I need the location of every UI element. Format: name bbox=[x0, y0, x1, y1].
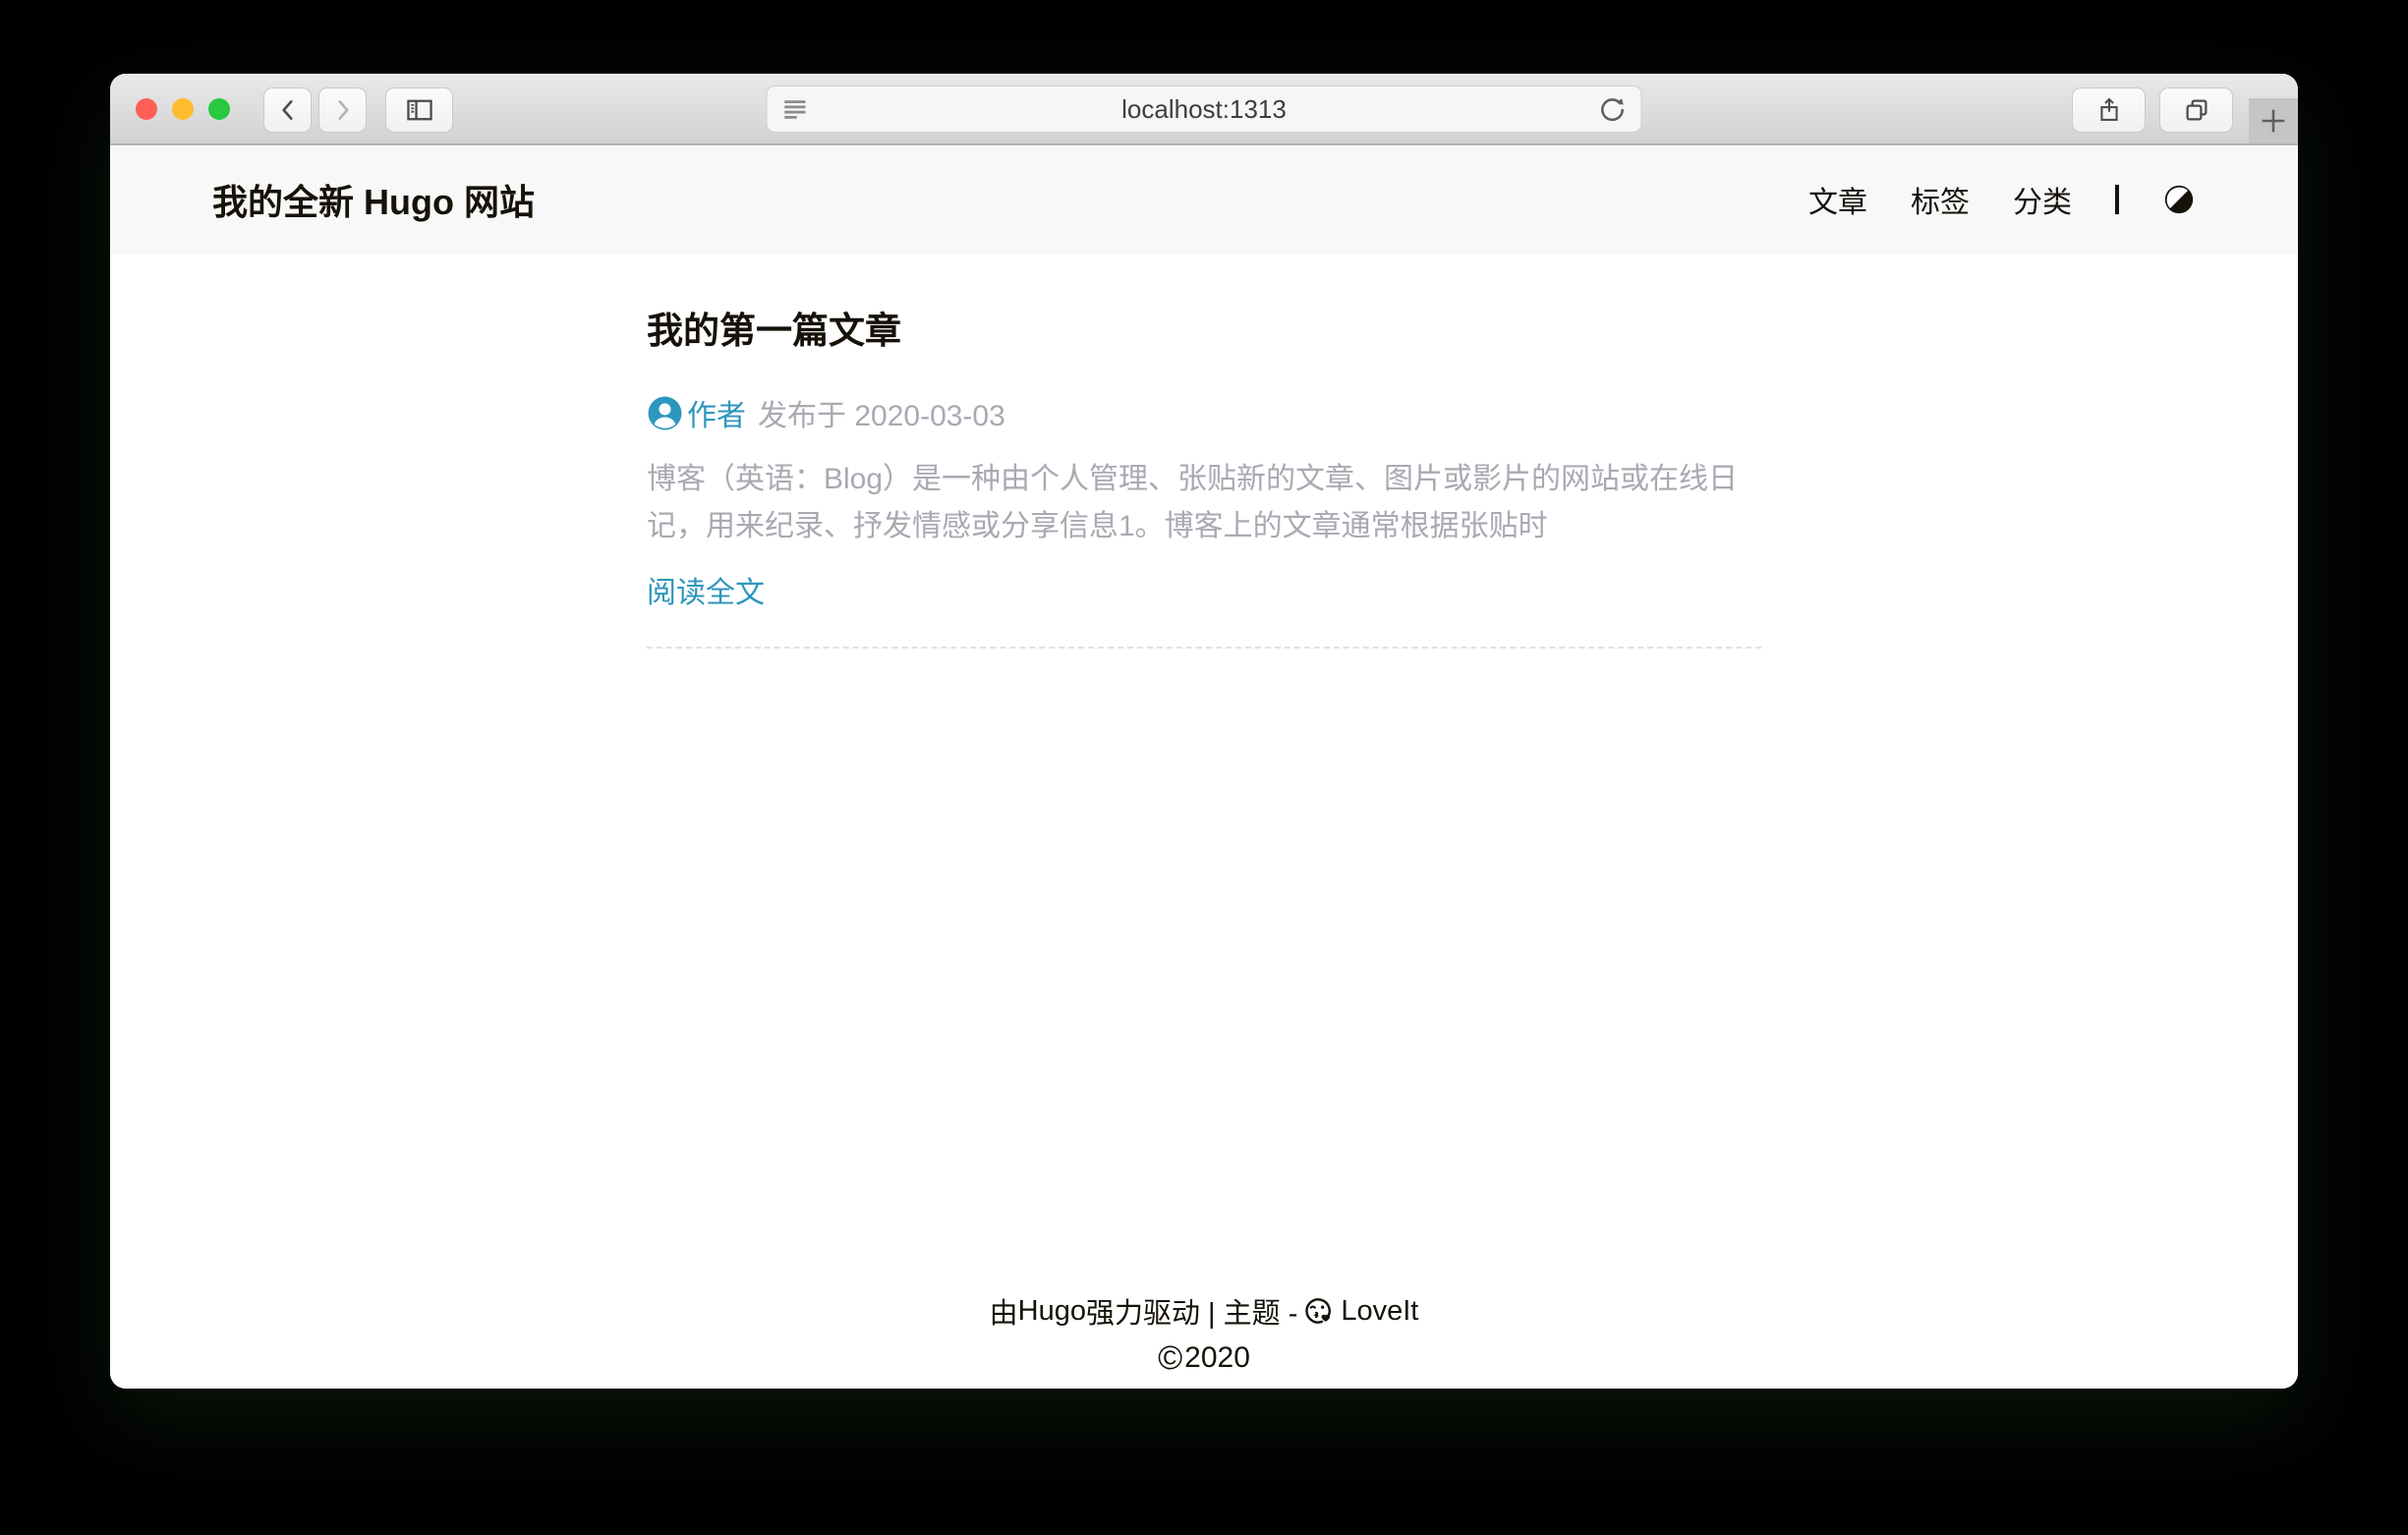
url-field[interactable]: localhost:1313 bbox=[767, 85, 1642, 133]
copyright-year: 2020 bbox=[1184, 1341, 1250, 1375]
post-title[interactable]: 我的第一篇文章 bbox=[647, 301, 1761, 354]
author-name: 作者 bbox=[687, 391, 746, 434]
post-meta: 作者 发布于 2020-03-03 bbox=[647, 391, 1761, 434]
forward-button[interactable] bbox=[318, 87, 367, 133]
share-button[interactable] bbox=[2072, 87, 2146, 133]
read-more-link[interactable]: 阅读全文 bbox=[647, 568, 765, 611]
theme-toggle-button[interactable] bbox=[2162, 183, 2196, 216]
footer-powered-line: 由 Hugo 强力驱动 | 主题 - LoveIt bbox=[110, 1290, 2298, 1332]
author-link[interactable]: 作者 bbox=[647, 391, 746, 434]
site-nav: 文章 标签 分类 bbox=[1808, 178, 2196, 221]
minimize-icon[interactable] bbox=[172, 98, 194, 120]
nav-divider bbox=[2115, 185, 2119, 214]
footer-text-prefix: 由 bbox=[990, 1290, 1018, 1332]
theme-contrast-icon bbox=[2162, 183, 2196, 216]
refresh-icon[interactable] bbox=[1596, 93, 1630, 127]
site-title[interactable]: 我的全新 Hugo 网站 bbox=[212, 174, 535, 225]
url-text: localhost:1313 bbox=[768, 94, 1641, 125]
back-button[interactable] bbox=[263, 87, 312, 133]
nav-item-tags[interactable]: 标签 bbox=[1911, 178, 1970, 221]
site-header: 我的全新 Hugo 网站 文章 标签 分类 bbox=[110, 145, 2298, 254]
nav-item-posts[interactable]: 文章 bbox=[1808, 178, 1867, 221]
footer-copyright-line: © 2020 bbox=[110, 1341, 2298, 1375]
reader-icon[interactable] bbox=[781, 94, 811, 124]
share-icon bbox=[2095, 94, 2123, 126]
nav-buttons bbox=[263, 87, 367, 133]
traffic-lights bbox=[136, 98, 230, 120]
nav-item-categories[interactable]: 分类 bbox=[2013, 178, 2072, 221]
post-date: 发布于 2020-03-03 bbox=[758, 391, 1005, 434]
browser-window: localhost:1313 bbox=[110, 74, 2298, 1389]
back-icon bbox=[275, 95, 301, 125]
kiss-face-heart-icon bbox=[1301, 1294, 1335, 1328]
post-divider bbox=[647, 647, 1761, 649]
page-content: 我的第一篇文章 作者 发布于 2020-03-03 博客（英语：Blog）是一种… bbox=[110, 254, 2298, 1389]
plus-icon bbox=[2257, 104, 2290, 138]
article-summary-card: 我的第一篇文章 作者 发布于 2020-03-03 博客（英语：Blog）是一种… bbox=[647, 301, 1761, 649]
footer-text-middle: 强力驱动 | 主题 - bbox=[1086, 1290, 1297, 1332]
hugo-link[interactable]: Hugo bbox=[1018, 1295, 1086, 1328]
tabs-icon bbox=[2182, 95, 2211, 125]
forward-icon bbox=[330, 95, 356, 125]
sidebar-toggle-button[interactable] bbox=[385, 87, 453, 133]
copyright-icon: © bbox=[1158, 1343, 1182, 1373]
browser-toolbar: localhost:1313 bbox=[110, 74, 2298, 145]
new-tab-button[interactable] bbox=[2249, 98, 2298, 143]
zoom-icon[interactable] bbox=[208, 98, 230, 120]
sidebar-icon bbox=[405, 96, 434, 124]
user-circle-icon bbox=[647, 395, 683, 431]
close-icon[interactable] bbox=[136, 98, 157, 120]
loveit-theme-link[interactable]: LoveIt bbox=[1341, 1295, 1418, 1328]
tab-overview-button[interactable] bbox=[2159, 87, 2233, 133]
site-footer: 由 Hugo 强力驱动 | 主题 - LoveIt © 2020 bbox=[110, 1290, 2298, 1389]
post-summary: 博客（英语：Blog）是一种由个人管理、张贴新的文章、图片或影片的网站或在线日记… bbox=[647, 456, 1761, 550]
